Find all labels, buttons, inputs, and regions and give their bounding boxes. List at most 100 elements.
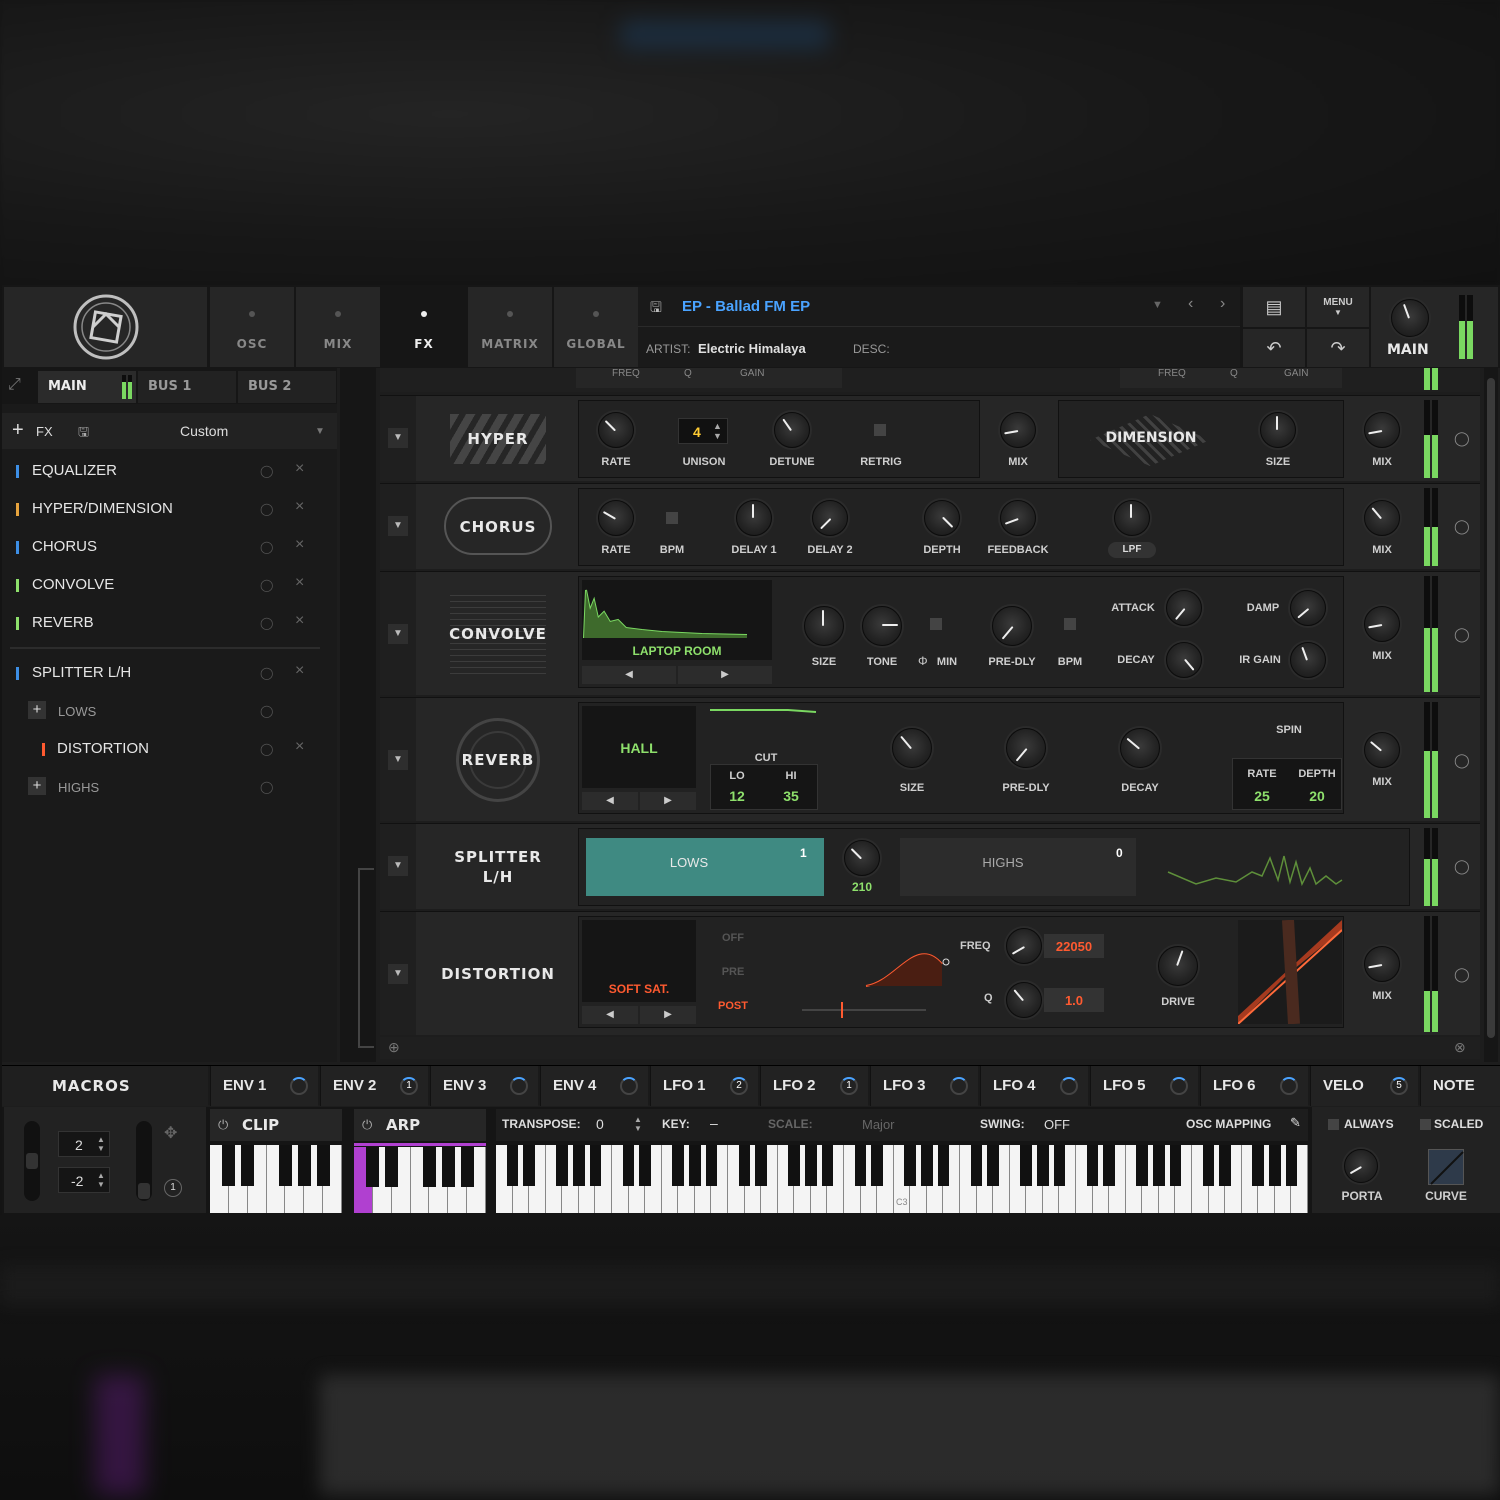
macro-mod-ring-icon[interactable]: 1 [400,1077,418,1095]
black-key[interactable] [937,1145,950,1186]
black-key[interactable] [278,1145,293,1186]
visibility-icon[interactable]: ◯ [260,780,280,794]
black-key[interactable] [1053,1145,1066,1186]
move-icon[interactable]: ✥ [164,1123,177,1143]
stepper-arrows-icon[interactable]: ▲ ▼ [97,1171,105,1189]
black-key[interactable] [1037,1145,1049,1186]
bus-tab-2[interactable]: BUS 2 [238,371,336,403]
black-key[interactable] [1169,1145,1182,1186]
black-key[interactable] [788,1145,801,1186]
porta-knob[interactable] [1344,1149,1378,1183]
dimension-size-knob[interactable] [1260,412,1296,448]
ir-display[interactable]: LAPTOP ROOM [582,580,772,660]
black-key[interactable] [1202,1145,1215,1186]
black-key[interactable] [805,1145,817,1186]
add-module-icon[interactable]: ⊕ [388,1039,400,1056]
black-key[interactable] [1103,1145,1115,1186]
fx-item-chorus[interactable]: CHORUS ◯ × [2,530,332,564]
add-highs-fx-icon[interactable]: + [28,777,46,795]
fx-item-convolve[interactable]: CONVOLVE ◯ × [2,568,332,602]
routing-pre[interactable]: PRE [708,966,758,978]
osc-mapping-button[interactable]: OSC MAPPING [1186,1117,1271,1131]
stepper-arrows-icon[interactable]: ▲ ▼ [634,1115,642,1133]
black-key[interactable] [854,1145,867,1186]
convolve-bpm-checkbox[interactable] [1064,618,1076,630]
pencil-icon[interactable]: ✎ [1290,1115,1301,1131]
dist-q-field[interactable]: 1.0 [1044,988,1104,1012]
convolve-tone-knob[interactable] [862,606,902,646]
save-fx-icon[interactable]: 🖫 [78,423,89,445]
attack-knob[interactable] [1166,590,1202,626]
scale-value[interactable]: Major [862,1117,895,1132]
reverb-mix-knob[interactable] [1364,732,1400,768]
remove-icon[interactable]: × [295,536,304,554]
remove-icon[interactable]: × [295,574,304,592]
remove-module-icon[interactable]: ⊗ [1454,1039,1466,1056]
add-lows-fx-icon[interactable]: + [28,701,46,719]
black-key[interactable] [316,1145,330,1186]
black-key[interactable] [1219,1145,1231,1186]
black-key[interactable] [1252,1145,1265,1186]
black-key[interactable] [1285,1145,1298,1186]
spin-depth-value[interactable]: 20 [1292,788,1342,804]
black-key[interactable] [573,1145,585,1186]
splitter-lows-row[interactable]: + LOWS ◯ [2,694,332,728]
routing-off[interactable]: OFF [708,932,758,944]
next-preset-icon[interactable]: › [1220,295,1225,313]
macro-mod-ring-icon[interactable]: 5 [1390,1077,1408,1095]
reverb-predly-knob[interactable] [1006,728,1046,768]
black-key[interactable] [672,1145,685,1186]
black-key[interactable] [506,1145,519,1186]
black-key[interactable] [689,1145,701,1186]
bus-tab-1[interactable]: BUS 1 [138,371,236,403]
fx-preset-select[interactable]: Custom [180,423,228,439]
macro-mod-ring-icon[interactable] [290,1077,308,1095]
black-key[interactable] [1020,1145,1033,1186]
black-key[interactable] [556,1145,569,1186]
visibility-icon[interactable]: ◯ [1454,518,1470,535]
collapse-arrow-icon[interactable]: ▼ [388,964,408,984]
scrollbar-thumb[interactable] [1487,378,1495,1038]
pitch-wheel[interactable] [24,1121,40,1201]
black-key[interactable] [422,1147,437,1187]
convolve-predly-knob[interactable] [992,606,1032,646]
macro-lfo-6[interactable]: LFO 6 [1200,1066,1308,1106]
key-value[interactable]: – [710,1115,718,1131]
damp-knob[interactable] [1290,590,1326,626]
lpf-toggle[interactable]: LPF [1108,542,1156,558]
remove-icon[interactable]: × [295,738,304,756]
retrig-checkbox[interactable] [874,424,886,436]
lpf-knob[interactable] [1114,500,1150,536]
macro-lfo-1[interactable]: LFO 1 2 [650,1066,758,1106]
macro-lfo-5[interactable]: LFO 5 [1090,1066,1198,1106]
macro-mod-ring-icon[interactable] [1060,1077,1078,1095]
chorus-depth-knob[interactable] [924,500,960,536]
black-key[interactable] [639,1145,651,1186]
black-key[interactable] [441,1147,455,1187]
black-key[interactable] [1269,1145,1281,1186]
collapse-arrow-icon[interactable]: ▼ [388,856,408,876]
remove-icon[interactable]: × [295,498,304,516]
macro-mod-ring-icon[interactable]: 2 [730,1077,748,1095]
mod-wheel[interactable] [136,1121,152,1201]
hyper-detune-knob[interactable] [774,412,810,448]
reverb-prev-button[interactable]: ◀ [582,792,638,810]
macro-mod-ring-icon[interactable] [950,1077,968,1095]
ir-prev-button[interactable]: ◀ [582,666,676,684]
remove-icon[interactable]: × [295,662,304,680]
save-icon[interactable]: 🖫 [650,297,662,321]
hi-value[interactable]: 35 [774,788,808,804]
collapse-arrow-icon[interactable]: ▼ [388,624,408,644]
swing-value[interactable]: OFF [1044,1117,1070,1132]
transpose-value[interactable]: 0 [596,1116,604,1132]
main-volume-knob[interactable] [1391,299,1429,337]
black-key[interactable] [241,1145,255,1186]
visibility-icon[interactable]: ◯ [1454,752,1470,769]
tab-osc[interactable]: OSC [210,287,294,367]
visibility-icon[interactable]: ◯ [260,666,280,680]
reverb-decay-knob[interactable] [1120,728,1160,768]
min-phase-checkbox[interactable] [930,618,942,630]
convolve-size-knob[interactable] [804,606,844,646]
tab-global[interactable]: GLOBAL [554,287,638,367]
black-key[interactable] [987,1145,999,1186]
